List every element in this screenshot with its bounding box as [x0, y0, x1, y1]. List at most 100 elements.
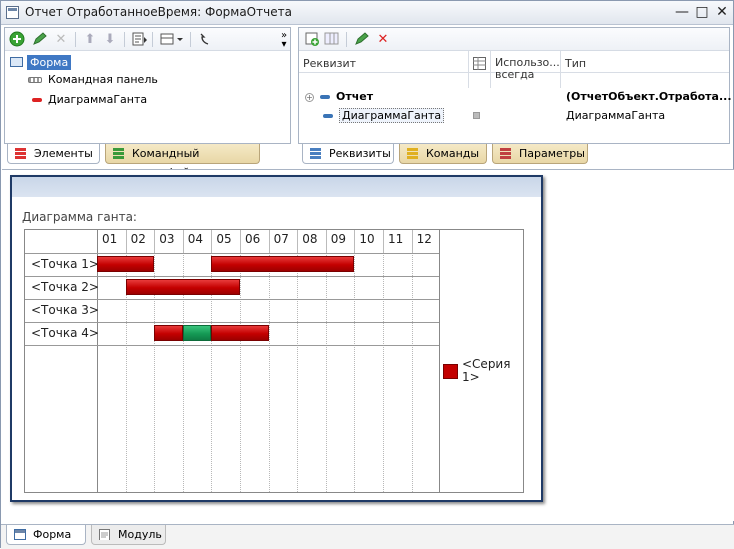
gantt-row-line: [25, 299, 439, 300]
edit-attribute-icon[interactable]: [352, 31, 370, 48]
gantt-caption: Диаграмма ганта:: [22, 210, 137, 224]
gantt-header-divider: [182, 230, 184, 253]
gantt-period-label: 06: [245, 232, 261, 246]
tab-attributes-label: Реквизиты: [329, 147, 391, 160]
command-interface-tab-icon: [113, 148, 124, 159]
add-attribute-icon[interactable]: [303, 31, 321, 48]
form-view-icon[interactable]: [130, 31, 148, 48]
gantt-gridline: [240, 253, 241, 492]
delete-icon[interactable]: ✕: [52, 31, 70, 48]
gantt-period-label: 08: [302, 232, 318, 246]
parameters-tab-icon: [500, 148, 511, 159]
gantt-bar: [182, 325, 212, 341]
move-down-icon[interactable]: ⬇: [101, 31, 119, 48]
gantt-point-label: <Точка 4>: [31, 326, 99, 340]
gantt-row-line: [25, 276, 439, 277]
tab-attributes[interactable]: Реквизиты: [302, 144, 394, 164]
gantt-legend-separator: [439, 230, 440, 492]
attr-row-report[interactable]: + Отчет (ОтчетОбъект.Отработа...: [305, 88, 732, 105]
gantt-gridline: [411, 253, 413, 492]
tab-parameters-label: Параметры: [519, 147, 585, 160]
gantt-gridline: [383, 253, 384, 492]
window-title: Отчет ОтработанноеВремя: ФормаОтчета: [25, 5, 292, 19]
gantt-header-divider: [211, 230, 213, 253]
tab-elements[interactable]: Элементы: [7, 144, 100, 164]
undo-icon[interactable]: [196, 31, 214, 48]
designer-window: Отчет ОтработанноеВремя: ФормаОтчета — □…: [0, 0, 734, 549]
gantt-chart[interactable]: 01 02 03 04 05 06 07 08 09 10 11 12 <Точка 1> <Точка …: [24, 229, 524, 493]
bottom-tabbar: Форма Модуль: [1, 524, 734, 549]
gantt-header-divider: [354, 230, 356, 253]
tree-item-form-label: Форма: [27, 55, 72, 70]
elements-toolbar: ✕ ⬆ ⬇ » ▾: [5, 28, 290, 51]
elements-tabbar: Элементы Командный интерфейс: [4, 144, 291, 179]
gantt-header-divider: [268, 230, 270, 253]
col-icon: [469, 51, 491, 88]
tree-item-form[interactable]: Форма: [10, 54, 72, 71]
attributes-tabbar: Реквизиты Команды Параметры: [298, 144, 730, 166]
legend-series-label: <Серия 1>: [462, 357, 511, 384]
gantt-bar: [154, 325, 183, 341]
col-attribute[interactable]: Реквизит: [299, 51, 469, 88]
tree-item-gantt[interactable]: ДиаграммаГанта: [32, 91, 147, 108]
gantt-header-divider: [411, 230, 413, 253]
gantt-element-icon: [32, 98, 42, 102]
col-use-always[interactable]: Использо... всегда: [491, 51, 561, 88]
title-bar: Отчет ОтработанноеВремя: ФормаОтчета — □…: [1, 1, 733, 25]
elements-panel: ✕ ⬆ ⬇ » ▾ Форма Командная панель Диаграм…: [4, 27, 291, 144]
layout-dropdown-icon[interactable]: [158, 31, 186, 48]
delete-attribute-icon[interactable]: ✕: [374, 31, 392, 48]
attribute-icon: [323, 114, 333, 118]
gantt-period-label: 10: [359, 232, 375, 246]
add-icon[interactable]: [8, 31, 26, 48]
gantt-header-line: [25, 253, 439, 254]
minimize-button[interactable]: —: [673, 3, 691, 21]
gantt-period-label: 11: [388, 232, 404, 246]
use-always-checkbox[interactable]: [473, 112, 480, 119]
tree-item-command-panel[interactable]: Командная панель: [28, 71, 158, 88]
gantt-period-label: 04: [187, 232, 204, 246]
tree-item-gantt-label: ДиаграммаГанта: [48, 93, 148, 106]
attr-row-gantt-name: ДиаграммаГанта: [339, 108, 445, 123]
gantt-period-label: 02: [130, 232, 146, 246]
more-icon[interactable]: » ▾: [275, 31, 293, 50]
elements-tab-icon: [15, 148, 26, 159]
form-tab-icon: [14, 529, 26, 540]
gantt-header-divider: [154, 230, 156, 253]
gantt-bar: [97, 256, 155, 272]
gantt-period-label: 05: [216, 232, 232, 246]
gantt-gridline: [297, 253, 299, 492]
tab-module-label: Модуль: [118, 528, 162, 541]
form-icon: [10, 57, 23, 67]
form-preview-header: [12, 177, 541, 197]
add-column-icon[interactable]: [323, 31, 341, 48]
gantt-point-label: <Точка 1>: [31, 257, 99, 271]
gantt-header-divider: [325, 230, 327, 253]
attribute-icon: [320, 95, 330, 99]
tab-form[interactable]: Форма: [6, 525, 86, 545]
gantt-bar: [125, 279, 240, 295]
attr-row-gantt-type: ДиаграммаГанта: [566, 109, 666, 122]
gantt-header-divider: [297, 230, 299, 253]
tab-module[interactable]: Модуль: [91, 525, 166, 545]
gantt-gridline: [268, 253, 270, 492]
maximize-button[interactable]: □: [693, 3, 711, 21]
tab-command-interface[interactable]: Командный интерфейс: [105, 144, 260, 179]
gantt-header-divider: [383, 230, 384, 253]
edit-icon[interactable]: [30, 31, 48, 48]
col-type[interactable]: Тип: [561, 51, 729, 88]
gantt-gridline: [325, 253, 327, 492]
tab-commands[interactable]: Команды: [399, 144, 487, 164]
tab-parameters[interactable]: Параметры: [492, 144, 588, 164]
attributes-toolbar: ✕: [299, 28, 729, 51]
gantt-row-line: [25, 322, 439, 323]
close-button[interactable]: ✕: [713, 3, 731, 21]
module-tab-icon: [99, 529, 110, 540]
move-up-icon[interactable]: ⬆: [81, 31, 99, 48]
commands-tab-icon: [407, 148, 418, 159]
expand-icon[interactable]: +: [305, 93, 314, 102]
attr-row-report-type: (ОтчетОбъект.Отработа...: [566, 90, 732, 103]
attr-row-gantt[interactable]: ДиаграммаГанта ДиаграммаГанта: [323, 107, 725, 124]
gantt-point-label: <Точка 3>: [31, 303, 99, 317]
tab-form-label: Форма: [33, 528, 72, 541]
